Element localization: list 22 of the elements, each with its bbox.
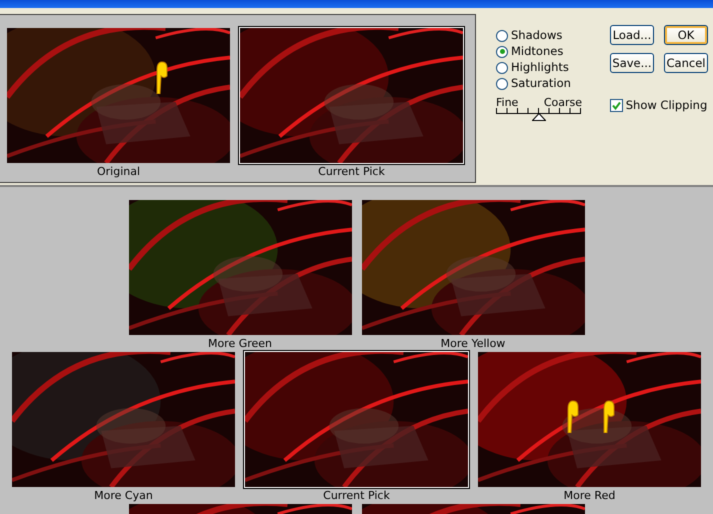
hand-icon xyxy=(154,60,168,94)
radio-option[interactable]: Shadows xyxy=(496,28,582,44)
checkbox-label: Show Clipping xyxy=(626,97,708,114)
thumbnail-label: More Yellow xyxy=(440,337,506,350)
fine-label: Fine xyxy=(496,97,518,108)
hand-icon xyxy=(564,399,579,434)
dialog-button[interactable]: Load... xyxy=(610,25,654,45)
hand-icon xyxy=(600,399,615,434)
thumbnail-label: Current Pick xyxy=(318,165,385,178)
radio-option[interactable]: Highlights xyxy=(496,60,582,76)
thumbnail-label: More Green xyxy=(208,337,272,350)
checkbox[interactable] xyxy=(610,99,623,112)
dialog-button[interactable]: Save... xyxy=(610,53,654,73)
radio-option[interactable]: Midtones xyxy=(496,44,582,60)
thumbnail-label: More Red xyxy=(564,489,616,502)
thumbnail-label: Current Pick xyxy=(323,489,390,502)
radio-option[interactable]: Saturation xyxy=(496,76,582,92)
dialog-button[interactable]: OK xyxy=(664,25,708,45)
thumbnail-label: Original xyxy=(96,165,140,178)
coarse-label: Coarse xyxy=(544,97,582,108)
thumbnail-label: More Cyan xyxy=(94,489,153,502)
dialog-button[interactable]: Cancel xyxy=(664,53,708,73)
